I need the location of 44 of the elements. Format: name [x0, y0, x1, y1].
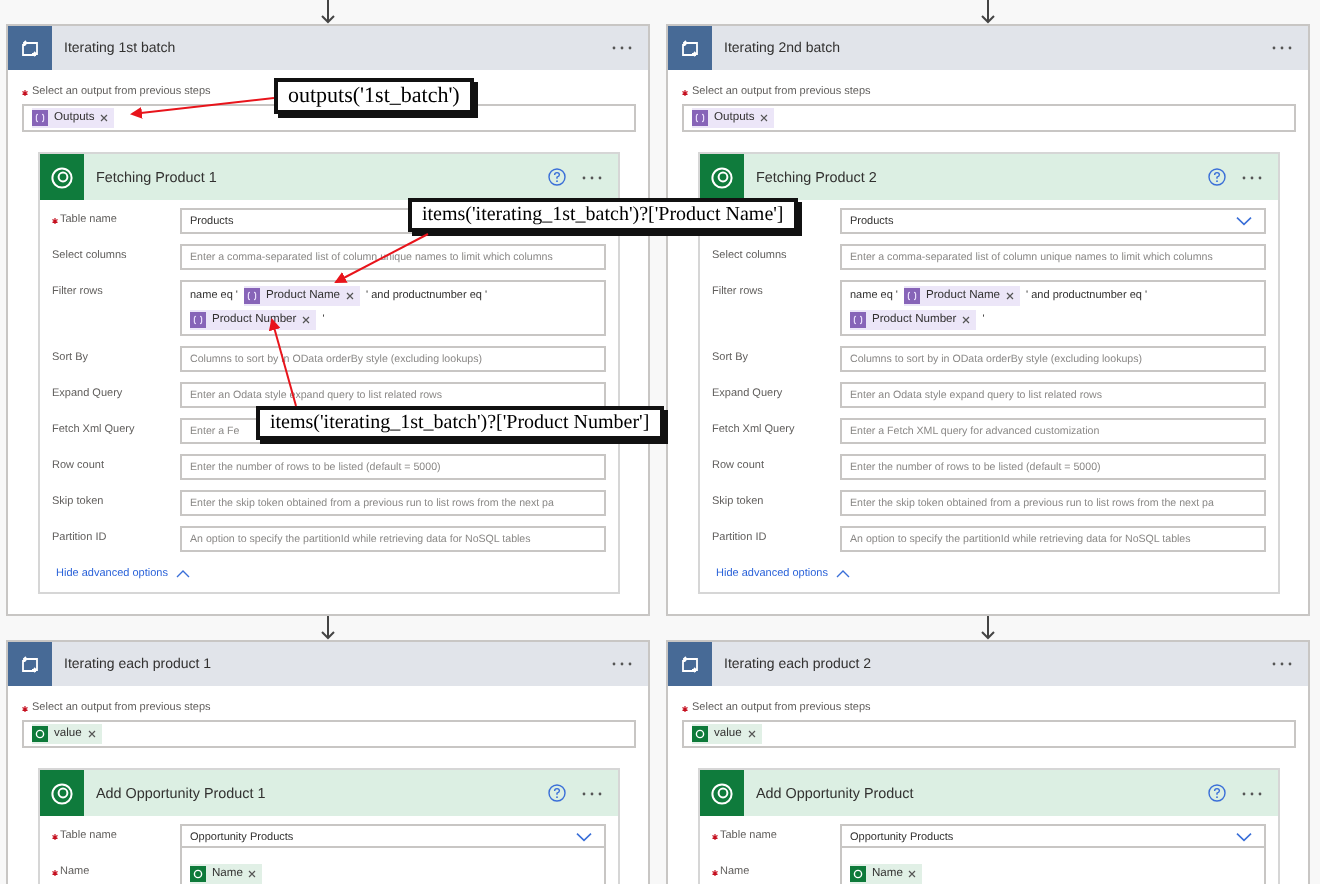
expression-icon	[243, 288, 260, 304]
chevron-up-icon	[835, 570, 850, 578]
expression-icon	[903, 288, 920, 304]
remove-icon[interactable]	[962, 316, 971, 324]
remove-icon[interactable]	[302, 316, 311, 324]
dataverse-logo-icon	[710, 781, 734, 805]
code-annotation-tooltip: items('iterating_1st_batch')?['Product Name']	[408, 198, 798, 232]
remove-icon[interactable]	[100, 114, 109, 122]
expression-icon	[32, 110, 48, 126]
chevron-up-icon	[175, 570, 190, 578]
remove-icon[interactable]	[87, 730, 96, 738]
remove-icon[interactable]	[908, 869, 917, 877]
help-icon[interactable]	[1208, 784, 1226, 802]
code-annotation-tooltip: items('iterating_1st_batch')?['Product Number']	[256, 406, 664, 440]
loop-icon	[20, 655, 40, 673]
code-annotation-tooltip: outputs('1st_batch')	[274, 78, 474, 114]
dataverse-icon	[190, 865, 206, 881]
expression-icon	[190, 312, 206, 328]
dataverse-logo-icon	[710, 165, 734, 189]
chevron-down-icon	[1236, 216, 1252, 226]
flow-arrow-icon	[980, 616, 996, 640]
dataverse-logo-icon	[50, 781, 74, 805]
remove-icon[interactable]	[747, 730, 756, 738]
chevron-down-icon	[576, 832, 592, 842]
remove-icon[interactable]	[248, 869, 257, 877]
dataverse-icon	[850, 865, 866, 881]
dataverse-logo-icon	[50, 165, 74, 189]
loop-icon	[680, 39, 700, 57]
expression-icon	[850, 312, 866, 328]
expression-icon	[692, 110, 708, 126]
flow-arrow-icon	[320, 616, 336, 640]
flow-arrow-icon	[980, 0, 996, 24]
remove-icon[interactable]	[760, 114, 769, 122]
loop-icon	[680, 655, 700, 673]
help-icon[interactable]	[1208, 168, 1226, 186]
loop-icon	[20, 39, 40, 57]
help-icon[interactable]	[548, 168, 566, 186]
remove-icon[interactable]	[346, 292, 355, 300]
dataverse-icon	[692, 726, 708, 742]
flow-arrow-icon	[320, 0, 336, 24]
help-icon[interactable]	[548, 784, 566, 802]
remove-icon[interactable]	[1006, 292, 1015, 300]
chevron-down-icon	[1236, 832, 1252, 842]
dataverse-icon	[32, 726, 48, 742]
